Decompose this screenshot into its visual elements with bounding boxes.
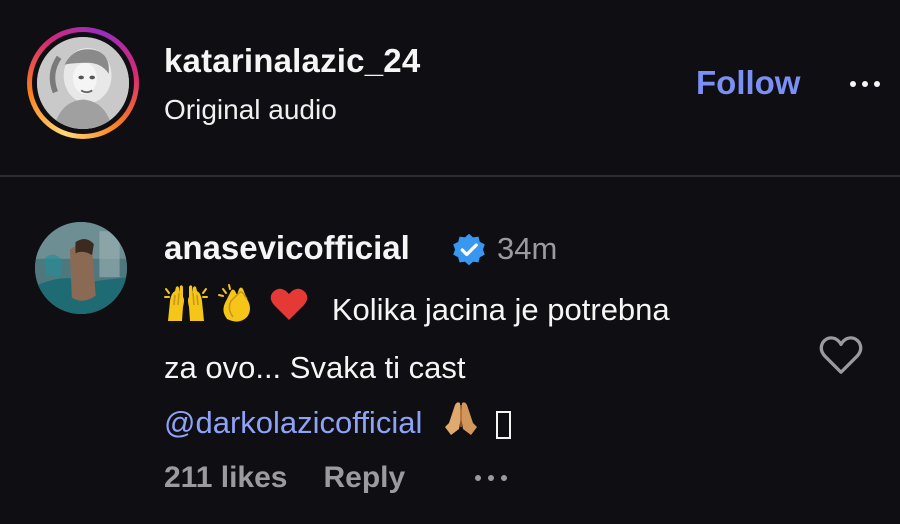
clapping-hands-emoji <box>217 283 261 340</box>
divider <box>0 175 900 177</box>
profile-avatar <box>37 37 129 129</box>
follow-button[interactable]: Follow <box>696 64 800 102</box>
reply-button[interactable]: Reply <box>323 461 405 495</box>
raising-hands-emoji <box>164 283 208 340</box>
missing-glyph-icon <box>495 411 511 440</box>
mention-link[interactable]: @darkolazicofficial <box>164 405 422 440</box>
comment-text: Kolika jacina je potrebna za ovo... Svak… <box>164 282 804 454</box>
comment-text-line2: za ovo... Svaka ti cast <box>164 350 466 386</box>
comment-text-line1: Kolika jacina je potrebna <box>331 292 670 327</box>
comment-avatar[interactable] <box>35 222 127 314</box>
likes-count[interactable]: 211 likes <box>164 461 287 495</box>
more-options-icon[interactable] <box>850 64 900 104</box>
commenter-photo-icon <box>35 222 127 314</box>
comment-timestamp[interactable]: 34m <box>497 231 557 267</box>
post-username[interactable]: katarinalazic_24 <box>164 42 420 80</box>
heart-outline-icon[interactable] <box>818 333 864 377</box>
red-heart-emoji <box>269 284 309 339</box>
story-ring[interactable] <box>27 27 139 139</box>
post-header: katarinalazic_24 Original audio Follow <box>0 0 900 175</box>
verified-badge-icon <box>453 233 485 266</box>
comment-username[interactable]: anasevicofficial <box>164 229 410 267</box>
audio-label[interactable]: Original audio <box>164 94 337 126</box>
comment-more-icon[interactable] <box>475 475 508 481</box>
folded-hands-emoji <box>441 397 481 454</box>
comment-panel: katarinalazic_24 Original audio Follow a… <box>0 0 900 524</box>
avatar-photo-icon <box>37 37 129 129</box>
comment-actions: 211 likes Reply <box>164 458 508 498</box>
